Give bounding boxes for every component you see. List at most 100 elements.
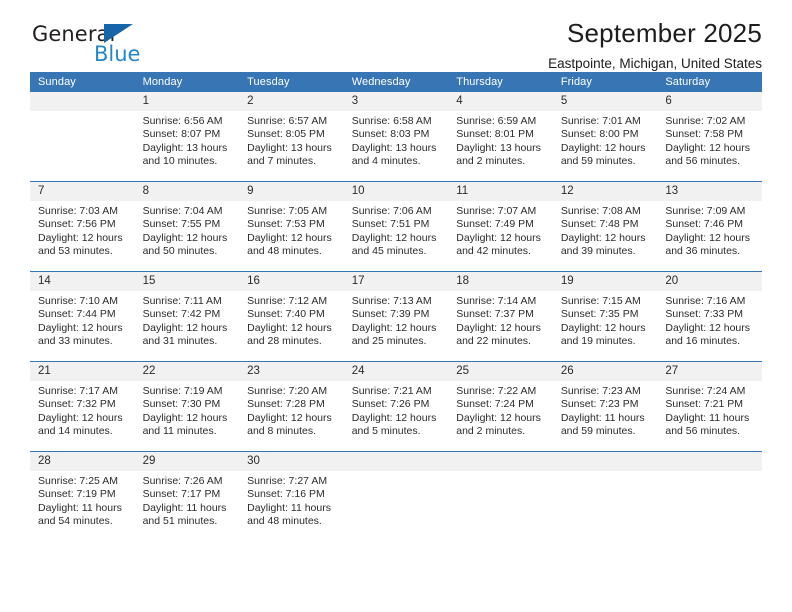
calendar-day-cell[interactable]: 18 Sunrise: 7:14 AM Sunset: 7:37 PM Dayligh… (448, 271, 553, 362)
calendar-day-cell[interactable]: 5 Sunrise: 7:01 AM Sunset: 8:00 PM Daylight… (552, 92, 658, 182)
calendar-day-cell[interactable]: 7 Sunrise: 7:03 AM Sunset: 7:56 PM Daylight… (30, 181, 135, 272)
general-blue-logo[interactable]: General Blue (32, 22, 212, 68)
sunset-text: Sunset: 7:33 PM (665, 308, 744, 321)
sunrise-text: Sunrise: 7:16 AM (665, 295, 746, 307)
calendar-day-cell[interactable]: 6 Sunrise: 7:02 AM Sunset: 7:58 PM Daylight… (657, 92, 762, 182)
sunset-text: Sunset: 8:01 PM (456, 128, 534, 141)
calendar-day-cell[interactable]: 16 Sunrise: 7:12 AM Sunset: 7:40 PM Dayligh… (239, 271, 344, 362)
day-number: 23 (239, 362, 344, 381)
daylight-text: Daylight: 13 hours and 10 minutes. (142, 141, 228, 168)
calendar-day-cell[interactable]: 24 Sunrise: 7:21 AM Sunset: 7:26 PM Dayligh… (343, 361, 449, 452)
day-content: 13 Sunrise: 7:09 AM Sunset: 7:46 PM Dayligh… (657, 182, 762, 271)
day-sun-info: Sunrise: 7:25 AM Sunset: 7:19 PM Daylight:… (30, 471, 135, 529)
day-sun-info: Sunrise: 7:13 AM Sunset: 7:39 PM Daylight:… (344, 291, 449, 349)
daylight-text: Daylight: 11 hours and 48 minutes. (247, 501, 331, 528)
calendar-day-cell[interactable]: 12 Sunrise: 7:08 AM Sunset: 7:48 PM Dayligh… (552, 181, 658, 272)
empty-day (343, 452, 449, 541)
page-header: General Blue September 2025 Eastpointe, … (30, 0, 762, 72)
daylight-text: Daylight: 13 hours and 4 minutes. (351, 141, 437, 168)
day-number: 17 (343, 272, 449, 291)
sunset-text: Sunset: 7:53 PM (247, 218, 325, 231)
calendar-day-cell[interactable]: 30 Sunrise: 7:27 AM Sunset: 7:16 PM Dayligh… (239, 451, 344, 541)
calendar-day-cell[interactable]: 9 Sunrise: 7:05 AM Sunset: 7:53 PM Daylight… (239, 181, 344, 272)
day-sun-info: Sunrise: 7:27 AM Sunset: 7:16 PM Daylight:… (239, 471, 344, 529)
sunrise-text: Sunrise: 7:01 AM (560, 115, 641, 127)
day-number: 26 (552, 362, 658, 381)
day-content: 12 Sunrise: 7:08 AM Sunset: 7:48 PM Dayligh… (552, 182, 658, 271)
calendar-day-cell[interactable]: 23 Sunrise: 7:20 AM Sunset: 7:28 PM Dayligh… (239, 361, 344, 452)
calendar-day-cell[interactable]: 15 Sunrise: 7:11 AM Sunset: 7:42 PM Dayligh… (134, 271, 240, 362)
daylight-text: Daylight: 12 hours and 8 minutes. (247, 411, 332, 438)
calendar-day-cell[interactable]: 21 Sunrise: 7:17 AM Sunset: 7:32 PM Dayligh… (30, 361, 135, 452)
calendar-day-cell[interactable]: 17 Sunrise: 7:13 AM Sunset: 7:39 PM Dayligh… (343, 271, 449, 362)
sunrise-text: Sunrise: 7:07 AM (456, 205, 537, 217)
day-number (448, 452, 553, 471)
day-sun-info: Sunrise: 7:21 AM Sunset: 7:26 PM Daylight:… (344, 381, 449, 439)
day-number: 24 (343, 362, 449, 381)
calendar-week-row: 1 Sunrise: 6:56 AM Sunset: 8:07 PM Daylight… (30, 92, 762, 182)
day-content: 2 Sunrise: 6:57 AM Sunset: 8:05 PM Daylight… (239, 92, 344, 181)
day-content: 25 Sunrise: 7:22 AM Sunset: 7:24 PM Dayligh… (448, 362, 553, 451)
sunset-text: Sunset: 7:19 PM (38, 488, 116, 501)
day-content: 9 Sunrise: 7:05 AM Sunset: 7:53 PM Daylight… (239, 182, 344, 271)
day-sun-info: Sunrise: 7:16 AM Sunset: 7:33 PM Daylight:… (657, 291, 762, 349)
day-number: 12 (552, 182, 658, 201)
calendar-day-cell[interactable]: 29 Sunrise: 7:26 AM Sunset: 7:17 PM Dayligh… (134, 451, 240, 541)
day-sun-info: Sunrise: 7:22 AM Sunset: 7:24 PM Daylight:… (448, 381, 553, 439)
day-content: 24 Sunrise: 7:21 AM Sunset: 7:26 PM Dayligh… (343, 362, 449, 451)
calendar-day-cell[interactable]: 22 Sunrise: 7:19 AM Sunset: 7:30 PM Dayligh… (134, 361, 240, 452)
day-sun-info: Sunrise: 7:19 AM Sunset: 7:30 PM Daylight:… (135, 381, 240, 439)
day-number: 6 (657, 92, 762, 111)
sunset-text: Sunset: 7:55 PM (142, 218, 221, 231)
calendar-day-cell[interactable]: 14 Sunrise: 7:10 AM Sunset: 7:44 PM Dayligh… (30, 271, 135, 362)
calendar-page: General Blue September 2025 Eastpointe, … (0, 0, 792, 612)
calendar-day-cell[interactable]: 20 Sunrise: 7:16 AM Sunset: 7:33 PM Dayligh… (657, 271, 762, 362)
day-content: 4 Sunrise: 6:59 AM Sunset: 8:01 PM Daylight… (448, 92, 553, 181)
sunset-text: Sunset: 7:35 PM (560, 308, 639, 321)
sunset-text: Sunset: 7:56 PM (38, 218, 116, 231)
day-number: 4 (448, 92, 553, 111)
calendar-day-cell[interactable]: 8 Sunrise: 7:04 AM Sunset: 7:55 PM Daylight… (134, 181, 240, 272)
calendar-day-cell[interactable]: 3 Sunrise: 6:58 AM Sunset: 8:03 PM Daylight… (343, 92, 449, 182)
calendar-day-cell[interactable]: 25 Sunrise: 7:22 AM Sunset: 7:24 PM Dayligh… (448, 361, 553, 452)
day-content: 22 Sunrise: 7:19 AM Sunset: 7:30 PM Dayligh… (134, 362, 240, 451)
calendar-day-cell[interactable]: 26 Sunrise: 7:23 AM Sunset: 7:23 PM Dayligh… (552, 361, 658, 452)
sunset-text: Sunset: 7:51 PM (351, 218, 430, 231)
day-content: 18 Sunrise: 7:14 AM Sunset: 7:37 PM Dayligh… (448, 272, 553, 361)
sunrise-text: Sunrise: 7:04 AM (142, 205, 223, 217)
day-sun-info: Sunrise: 7:15 AM Sunset: 7:35 PM Daylight:… (553, 291, 658, 349)
calendar-day-cell[interactable]: 2 Sunrise: 6:57 AM Sunset: 8:05 PM Daylight… (239, 92, 344, 182)
calendar-table: Sunday Monday Tuesday Wednesday Thursday… (30, 72, 762, 541)
day-content: 30 Sunrise: 7:27 AM Sunset: 7:16 PM Dayligh… (239, 452, 344, 541)
day-sun-info: Sunrise: 7:08 AM Sunset: 7:48 PM Daylight:… (553, 201, 658, 259)
day-number: 14 (30, 272, 135, 291)
calendar-day-cell[interactable]: 13 Sunrise: 7:09 AM Sunset: 7:46 PM Dayligh… (657, 181, 762, 272)
sunset-text: Sunset: 7:23 PM (560, 398, 639, 411)
calendar-day-cell[interactable]: 1 Sunrise: 6:56 AM Sunset: 8:07 PM Daylight… (134, 92, 240, 182)
daylight-text: Daylight: 12 hours and 19 minutes. (560, 321, 646, 348)
calendar-day-cell[interactable]: 10 Sunrise: 7:06 AM Sunset: 7:51 PM Dayligh… (343, 181, 449, 272)
day-sun-info: Sunrise: 7:06 AM Sunset: 7:51 PM Daylight:… (344, 201, 449, 259)
empty-day (30, 92, 135, 181)
calendar-day-cell[interactable]: 11 Sunrise: 7:07 AM Sunset: 7:49 PM Dayligh… (448, 181, 553, 272)
daylight-text: Daylight: 13 hours and 7 minutes. (247, 141, 332, 168)
daylight-text: Daylight: 13 hours and 2 minutes. (456, 141, 541, 168)
sunrise-text: Sunrise: 7:13 AM (351, 295, 432, 307)
daylight-text: Daylight: 12 hours and 14 minutes. (38, 411, 123, 438)
calendar-day-cell[interactable]: 4 Sunrise: 6:59 AM Sunset: 8:01 PM Daylight… (448, 92, 553, 182)
sunrise-text: Sunrise: 6:59 AM (456, 115, 537, 127)
calendar-day-cell[interactable]: 27 Sunrise: 7:24 AM Sunset: 7:21 PM Dayligh… (657, 361, 762, 452)
sunset-text: Sunset: 7:39 PM (351, 308, 430, 321)
weekday-header-thursday: Thursday (448, 72, 553, 92)
day-number (343, 452, 449, 471)
calendar-day-cell (30, 92, 135, 182)
weekday-header-friday: Friday (552, 72, 658, 92)
weekday-header-monday: Monday (134, 72, 240, 92)
day-sun-info: Sunrise: 7:07 AM Sunset: 7:49 PM Daylight:… (448, 201, 553, 259)
sunset-text: Sunset: 7:21 PM (665, 398, 744, 411)
day-content: 27 Sunrise: 7:24 AM Sunset: 7:21 PM Dayligh… (657, 362, 762, 451)
calendar-day-cell[interactable]: 19 Sunrise: 7:15 AM Sunset: 7:35 PM Dayligh… (552, 271, 658, 362)
sunset-text: Sunset: 7:46 PM (665, 218, 744, 231)
day-number: 22 (134, 362, 240, 381)
calendar-day-cell[interactable]: 28 Sunrise: 7:25 AM Sunset: 7:19 PM Dayligh… (30, 451, 135, 541)
